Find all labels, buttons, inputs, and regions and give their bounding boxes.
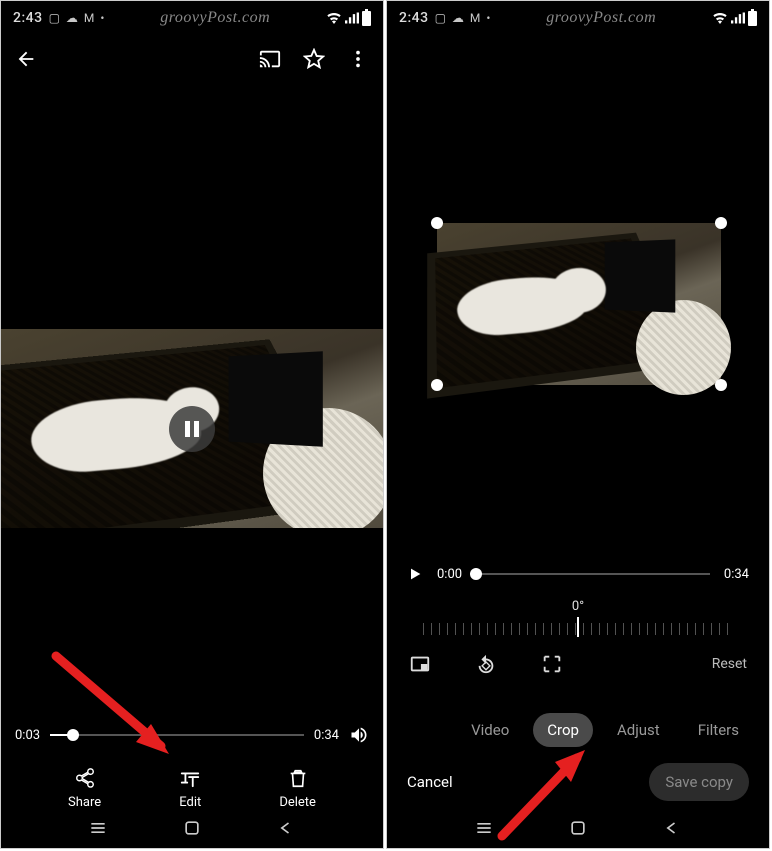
clock: 2:43 [13, 10, 43, 26]
watermark: groovyPost.com [496, 9, 706, 27]
video-frame[interactable] [1, 329, 383, 528]
time-current: 0:03 [15, 728, 40, 743]
expand-icon[interactable] [541, 653, 563, 675]
dot-icon: • [486, 11, 490, 25]
status-bar: 2:43 ▢ ☁ M • groovyPost.com [1, 1, 383, 35]
dot-icon: • [100, 11, 104, 25]
crop-handle-bl[interactable] [431, 379, 443, 391]
gmail-icon: M [84, 11, 94, 25]
cancel-button[interactable]: Cancel [407, 773, 453, 791]
edit-label: Edit [179, 795, 201, 810]
picture-icon: ▢ [49, 11, 60, 25]
box-graphic [605, 239, 676, 312]
more-icon[interactable] [347, 48, 369, 70]
home-button[interactable] [182, 818, 202, 838]
delete-button[interactable]: Delete [279, 767, 316, 810]
play-controls: 0:00 0:34 [387, 566, 769, 582]
battery-icon [748, 11, 757, 26]
crop-handle-br[interactable] [715, 379, 727, 391]
gmail-icon: M [470, 11, 480, 25]
screenshot-video-player: 2:43 ▢ ☁ M • groovyPost.com [0, 0, 384, 849]
reset-button[interactable]: Reset [712, 656, 747, 672]
back-nav-button[interactable] [662, 818, 682, 838]
delete-icon [287, 767, 309, 789]
pause-button[interactable] [169, 406, 215, 452]
time-total: 0:34 [724, 567, 749, 582]
crop-frame[interactable] [437, 223, 721, 385]
share-label: Share [68, 795, 101, 810]
cloud-icon: ☁ [452, 11, 464, 25]
box-graphic [229, 351, 323, 446]
rotate-icon[interactable] [475, 653, 497, 675]
crop-toolbar: Reset [387, 653, 769, 675]
cast-icon[interactable] [259, 48, 281, 70]
rotation-angle: 0° [387, 599, 769, 614]
clock: 2:43 [399, 10, 429, 26]
delete-label: Delete [279, 795, 316, 810]
status-right [326, 11, 371, 26]
wifi-icon [326, 12, 342, 24]
annotation-arrow [41, 646, 201, 776]
screenshot-crop-editor: 2:43 ▢ ☁ M • groovyPost.com 0:00 0:34 0° [386, 0, 770, 849]
time-total: 0:34 [314, 728, 339, 743]
crop-handle-tr[interactable] [715, 217, 727, 229]
time-current: 0:00 [437, 567, 462, 582]
watermark: groovyPost.com [110, 9, 320, 27]
aspect-ratio-icon[interactable] [409, 653, 431, 675]
back-nav-button[interactable] [276, 818, 296, 838]
nav-bar [1, 812, 383, 844]
status-right [712, 11, 757, 26]
play-button[interactable] [407, 566, 423, 582]
back-button[interactable] [15, 48, 37, 70]
save-copy-button[interactable]: Save copy [649, 763, 749, 801]
top-app-bar [1, 35, 383, 83]
battery-icon [362, 11, 371, 26]
star-icon[interactable] [303, 48, 325, 70]
signal-icon [345, 12, 359, 24]
rotation-ruler[interactable] [423, 615, 733, 643]
volume-icon[interactable] [349, 725, 369, 745]
cloud-icon: ☁ [66, 11, 78, 25]
crop-handle-tl[interactable] [431, 217, 443, 229]
status-bar: 2:43 ▢ ☁ M • groovyPost.com [387, 1, 769, 35]
picture-icon: ▢ [435, 11, 446, 25]
seek-track[interactable] [476, 573, 710, 575]
recents-button[interactable] [88, 818, 108, 838]
wifi-icon [712, 12, 728, 24]
tab-filters[interactable]: Filters [684, 713, 753, 747]
signal-icon [731, 12, 745, 24]
annotation-arrow [487, 736, 617, 846]
